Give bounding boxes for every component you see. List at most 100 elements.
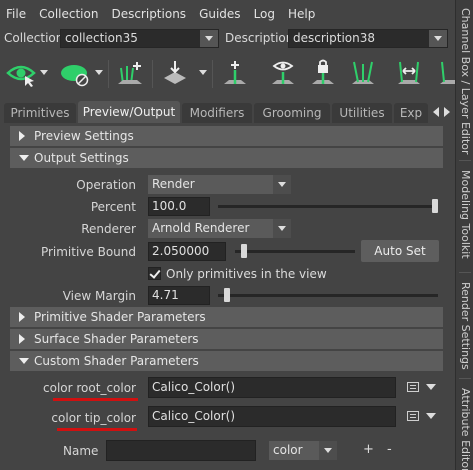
- menu-log[interactable]: Log: [254, 7, 275, 21]
- green-shape-hidden-icon[interactable]: [60, 58, 90, 88]
- section-title: Primitive Shader Parameters: [34, 310, 206, 324]
- section-primitive-shader[interactable]: Primitive Shader Parameters: [10, 307, 443, 327]
- chevron-right-icon: [19, 312, 25, 322]
- description-label: Description: [225, 31, 294, 45]
- tab-grooming[interactable]: Grooming: [254, 103, 330, 123]
- add-guide-icon[interactable]: [115, 58, 145, 88]
- section-surface-shader[interactable]: Surface Shader Parameters: [10, 329, 443, 349]
- only-primitives-label: Only primitives in the view: [166, 267, 327, 281]
- renderer-select[interactable]: Arnold Renderer: [148, 219, 291, 238]
- primitive-bound-slider[interactable]: [235, 250, 355, 253]
- operation-label: Operation: [76, 178, 136, 192]
- name-field[interactable]: [106, 440, 256, 461]
- tab-bar: Primitives Preview/Output Modifiers Groo…: [0, 101, 455, 123]
- chevron-down-icon: [319, 441, 337, 460]
- chevron-down-icon[interactable]: [200, 30, 218, 47]
- menu-descriptions[interactable]: Descriptions: [111, 7, 186, 21]
- section-title: Surface Shader Parameters: [34, 332, 199, 346]
- root-color-field[interactable]: Calico_Color(): [148, 377, 396, 398]
- map-editor-icon[interactable]: [407, 382, 419, 392]
- tab-primitives[interactable]: Primitives: [4, 103, 76, 123]
- toolbar-separator: [108, 60, 109, 88]
- eye-cursor-icon[interactable]: [6, 58, 36, 88]
- chevron-down-icon: [273, 219, 291, 238]
- type-value: color: [273, 443, 303, 457]
- tab-scroll-left-icon[interactable]: [433, 107, 439, 117]
- tab-scroll-right-icon[interactable]: [444, 107, 450, 117]
- select-guides-icon[interactable]: [348, 58, 378, 88]
- menu-bar: File Collection Descriptions Guides Log …: [0, 0, 455, 28]
- add-point-icon[interactable]: [220, 58, 250, 88]
- side-tab-separator: [459, 378, 471, 379]
- remove-parameter-button[interactable]: -: [387, 442, 392, 457]
- tab-utilities[interactable]: Utilities: [332, 103, 392, 123]
- description-value: description38: [293, 31, 375, 45]
- collection-select[interactable]: collection35: [60, 29, 219, 48]
- chevron-down-icon[interactable]: [426, 413, 436, 419]
- guide-tool-icon[interactable]: [394, 58, 424, 88]
- tab-expressions[interactable]: Exp: [394, 103, 428, 123]
- only-primitives-checkbox[interactable]: [148, 267, 161, 280]
- chevron-down-icon[interactable]: [40, 70, 48, 75]
- menu-collection[interactable]: Collection: [39, 7, 98, 21]
- tip-color-label: color tip_color: [51, 411, 136, 425]
- root-color-label: color root_color: [43, 381, 136, 395]
- auto-set-button[interactable]: Auto Set: [361, 240, 439, 262]
- more-guides-icon[interactable]: [436, 58, 455, 88]
- map-editor-icon[interactable]: [407, 411, 419, 421]
- chevron-right-icon: [19, 334, 25, 344]
- menu-help[interactable]: Help: [288, 7, 315, 21]
- view-margin-slider-handle[interactable]: [224, 288, 230, 302]
- view-margin-label: View Margin: [62, 289, 136, 303]
- section-title: Output Settings: [34, 151, 129, 165]
- side-tab-attribute-editor[interactable]: Attribute Editor: [456, 388, 473, 470]
- primitive-bound-field[interactable]: 2.050000: [148, 242, 226, 261]
- red-underline: [57, 428, 137, 431]
- operation-select[interactable]: Render: [148, 175, 291, 194]
- chevron-down-icon[interactable]: [426, 384, 436, 390]
- preview-output-panel: Preview Settings Output Settings Operati…: [3, 123, 455, 470]
- add-parameter-button[interactable]: +: [363, 442, 374, 457]
- section-output-settings[interactable]: Output Settings: [10, 148, 443, 168]
- section-preview-settings[interactable]: Preview Settings: [10, 126, 443, 146]
- menu-file[interactable]: File: [6, 7, 26, 21]
- side-tab-modeling-toolkit[interactable]: Modeling Toolkit: [456, 170, 473, 259]
- chevron-down-icon: [19, 155, 29, 161]
- tab-modifiers[interactable]: Modifiers: [182, 103, 252, 123]
- view-margin-slider[interactable]: [218, 294, 438, 297]
- section-title: Preview Settings: [34, 129, 134, 143]
- menu-guides[interactable]: Guides: [199, 7, 241, 21]
- side-tab-strip: Channel Box / Layer Editor Modeling Tool…: [455, 0, 473, 470]
- percent-field[interactable]: 100.0: [148, 197, 210, 216]
- chevron-down-icon[interactable]: [199, 70, 207, 75]
- collection-value: collection35: [65, 31, 138, 45]
- view-guide-icon[interactable]: [268, 58, 298, 88]
- side-tab-separator: [459, 160, 471, 161]
- side-tab-channel-box[interactable]: Channel Box / Layer Editor: [456, 8, 473, 155]
- place-guide-icon[interactable]: [160, 58, 190, 88]
- lock-guide-icon[interactable]: [308, 58, 338, 88]
- section-title: Custom Shader Parameters: [34, 354, 199, 368]
- percent-label: Percent: [90, 200, 136, 214]
- view-margin-field[interactable]: 4.71: [148, 286, 210, 305]
- collection-label: Collection: [4, 31, 64, 45]
- chevron-right-icon: [19, 131, 25, 141]
- percent-slider-handle[interactable]: [432, 199, 438, 213]
- description-select[interactable]: description38: [288, 29, 448, 48]
- collection-row: Collection collection35 Description desc…: [0, 28, 455, 50]
- renderer-value: Arnold Renderer: [152, 221, 250, 235]
- tab-preview-output[interactable]: Preview/Output: [78, 101, 180, 123]
- toolbar-separator: [152, 60, 153, 88]
- percent-slider[interactable]: [218, 205, 438, 208]
- red-underline: [53, 398, 138, 401]
- primitive-bound-slider-handle[interactable]: [241, 244, 247, 258]
- tip-color-field[interactable]: Calico_Color(): [148, 406, 396, 427]
- primitive-bound-label: Primitive Bound: [40, 245, 136, 259]
- chevron-down-icon[interactable]: [95, 70, 103, 75]
- side-tab-render-settings[interactable]: Render Settings: [456, 282, 473, 370]
- section-custom-shader[interactable]: Custom Shader Parameters: [10, 351, 443, 371]
- name-label: Name: [63, 444, 99, 458]
- chevron-down-icon: [273, 175, 291, 194]
- type-select[interactable]: color: [269, 441, 337, 460]
- chevron-down-icon[interactable]: [429, 30, 447, 47]
